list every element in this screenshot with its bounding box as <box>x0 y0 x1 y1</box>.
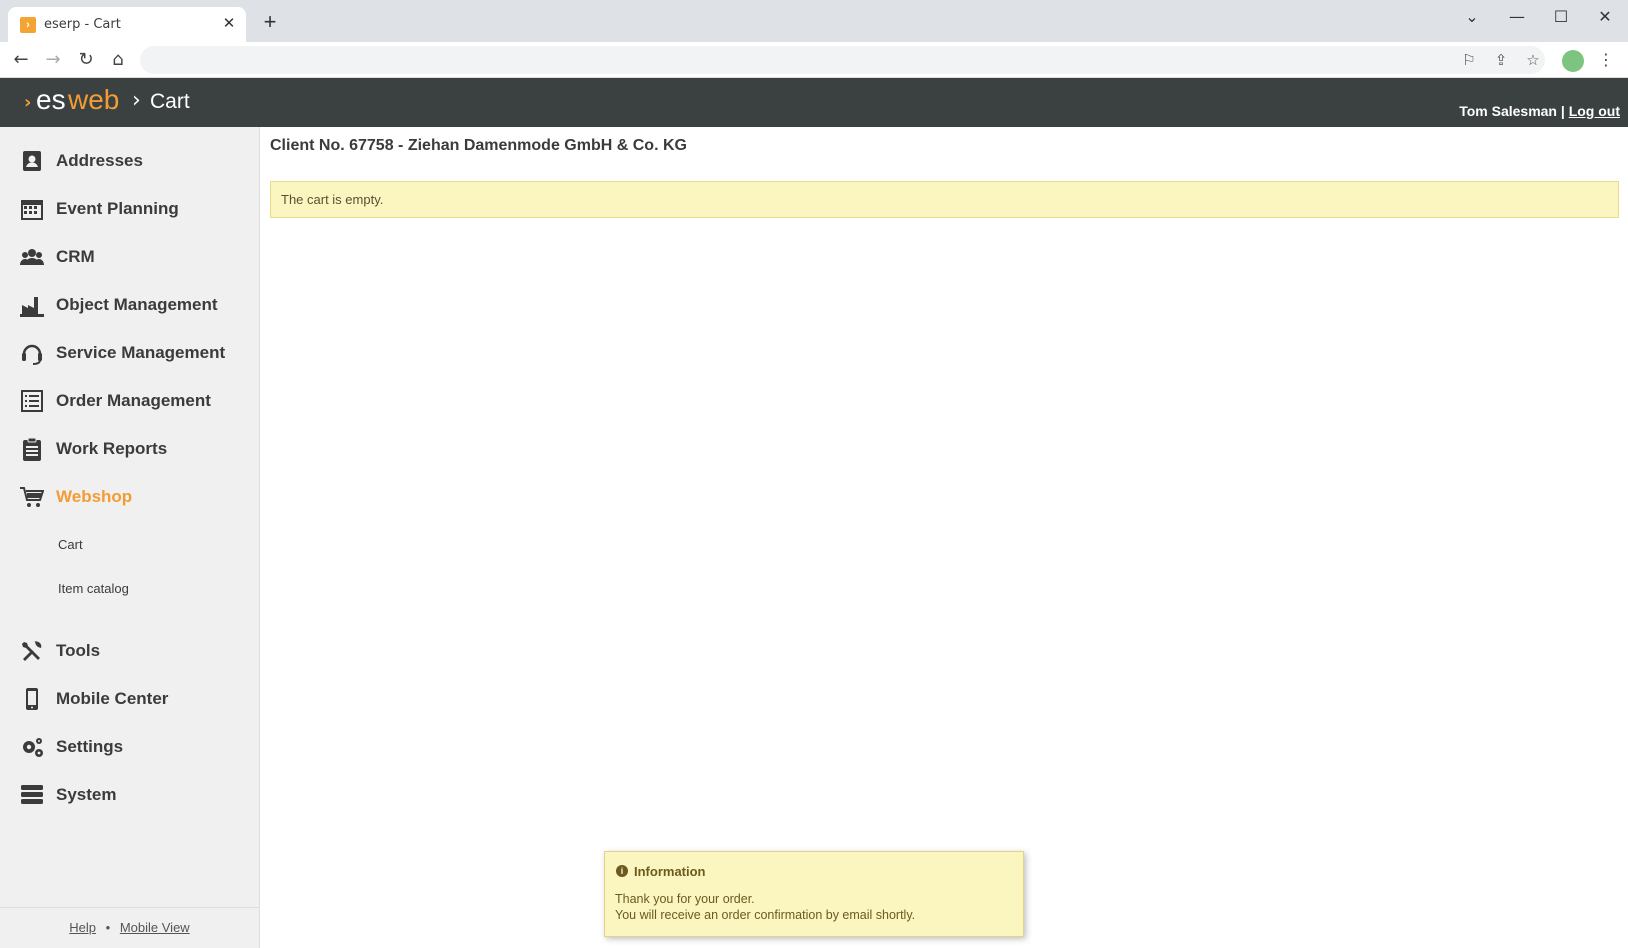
user-separator: | <box>1560 103 1565 119</box>
sidebar-subitem-cart[interactable]: Cart <box>58 537 83 552</box>
sidebar-item-label: Addresses <box>56 151 143 170</box>
sidebar-item-mobile-center[interactable]: Mobile Center <box>0 679 259 719</box>
sidebar-item-settings[interactable]: Settings <box>0 727 259 767</box>
sidebar-item-system[interactable]: System <box>0 775 259 815</box>
maximize-button[interactable]: ☐ <box>1541 4 1581 30</box>
sidebar-item-object-management[interactable]: Object Management <box>0 285 259 325</box>
users-icon <box>20 249 44 265</box>
user-box: Tom Salesman | Log out <box>1459 103 1620 119</box>
sidebar-item-label: Webshop <box>56 487 133 506</box>
breadcrumb-separator: › <box>132 88 141 113</box>
information-toast[interactable]: i Information Thank you for your order. … <box>604 851 1024 937</box>
clipboard-icon <box>23 437 41 461</box>
empty-cart-notice: The cart is empty. <box>270 181 1619 218</box>
notice-text: The cart is empty. <box>281 192 384 207</box>
server-icon <box>21 785 43 804</box>
sidebar-item-event-planning[interactable]: Event Planning <box>0 189 259 229</box>
user-name: Tom Salesman <box>1459 103 1557 119</box>
new-tab-button[interactable]: + <box>260 11 280 33</box>
bookmark-star-icon[interactable]: ☆ <box>1522 49 1544 71</box>
logo-arrow: › <box>24 92 32 113</box>
phone-icon <box>26 688 38 710</box>
sidebar-item-addresses[interactable]: Addresses <box>0 141 259 181</box>
sidebar-item-label: Order Management <box>56 391 211 410</box>
sidebar-item-webshop[interactable]: Webshop <box>0 477 259 517</box>
address-bar[interactable] <box>140 46 1545 74</box>
sidebar-item-tools[interactable]: Tools <box>0 631 259 671</box>
list-icon <box>21 390 43 412</box>
toast-message-line: Thank you for your order. <box>615 892 755 906</box>
page-title: Client No. 67758 - Ziehan Damenmode GmbH… <box>270 137 687 154</box>
footer-separator: • <box>105 920 111 935</box>
sidebar-item-label: Settings <box>56 737 124 756</box>
sidebar-item-label: Mobile Center <box>56 689 169 708</box>
info-icon: i <box>616 865 628 877</box>
sidebar-footer: Help • Mobile View <box>0 907 259 948</box>
headset-icon <box>22 344 42 365</box>
address-book-icon <box>23 151 41 171</box>
breadcrumb-current: Cart <box>150 90 190 113</box>
tab-close-icon[interactable]: ✕ <box>220 15 238 33</box>
profile-avatar[interactable] <box>1562 50 1584 72</box>
eserp-favicon-icon: › <box>20 17 36 33</box>
gears-icon <box>23 738 43 757</box>
sidebar-item-label: Service Management <box>56 343 226 362</box>
main-content: Client No. 67758 - Ziehan Damenmode GmbH… <box>261 127 1628 948</box>
browser-menu-icon[interactable]: ⋮ <box>1598 49 1614 71</box>
home-icon[interactable]: ⌂ <box>106 48 130 72</box>
sidebar-item-work-reports[interactable]: Work Reports <box>0 429 259 469</box>
tools-icon <box>22 641 42 661</box>
forward-icon[interactable]: → <box>41 48 65 72</box>
sidebar-item-label: Work Reports <box>56 439 168 458</box>
mobile-view-link[interactable]: Mobile View <box>120 920 190 935</box>
browser-toolbar: ← → ↻ ⌂ ⚐ ⇪ ☆ ⋮ <box>0 42 1628 78</box>
sidebar-subitem-item-catalog[interactable]: Item catalog <box>58 581 129 596</box>
sidebar-item-order-management[interactable]: Order Management <box>0 381 259 421</box>
sidebar-item-service-management[interactable]: Service Management <box>0 333 259 373</box>
sidebar: Addresses Event Planning CRM Object Mana… <box>0 127 260 948</box>
factory-icon <box>20 297 44 317</box>
calendar-icon <box>21 200 43 220</box>
cart-icon <box>20 487 44 507</box>
logo-es: es <box>36 84 66 115</box>
logo-web: web <box>68 84 120 115</box>
sidebar-item-label: Event Planning <box>56 199 179 218</box>
minimize-button[interactable]: — <box>1497 4 1537 30</box>
share-icon[interactable]: ⇪ <box>1490 49 1512 71</box>
logout-link[interactable]: Log out <box>1569 103 1620 119</box>
browser-tab[interactable]: › eserp - Cart ✕ <box>8 7 246 42</box>
tab-title: eserp - Cart <box>44 17 121 32</box>
app-header: › es web › Cart Tom Salesman | Log out <box>0 78 1628 127</box>
toast-message-line: You will receive an order confirmation b… <box>615 908 916 922</box>
reload-icon[interactable]: ↻ <box>74 48 98 72</box>
sidebar-item-label: CRM <box>56 247 95 266</box>
sidebar-item-label: Tools <box>56 641 101 660</box>
tab-search-icon[interactable]: ⌄ <box>1452 4 1492 30</box>
close-window-button[interactable]: ✕ <box>1585 4 1625 30</box>
sidebar-item-label: System <box>56 785 117 804</box>
browser-tab-bar: › eserp - Cart ✕ + ⌄ — ☐ ✕ <box>0 0 1628 42</box>
back-icon[interactable]: ← <box>9 48 33 72</box>
sidebar-item-crm[interactable]: CRM <box>0 237 259 277</box>
help-link[interactable]: Help <box>69 920 96 935</box>
translate-icon[interactable]: ⚐ <box>1458 49 1480 71</box>
toast-title: Information <box>634 864 706 879</box>
sidebar-item-label: Object Management <box>56 295 218 314</box>
